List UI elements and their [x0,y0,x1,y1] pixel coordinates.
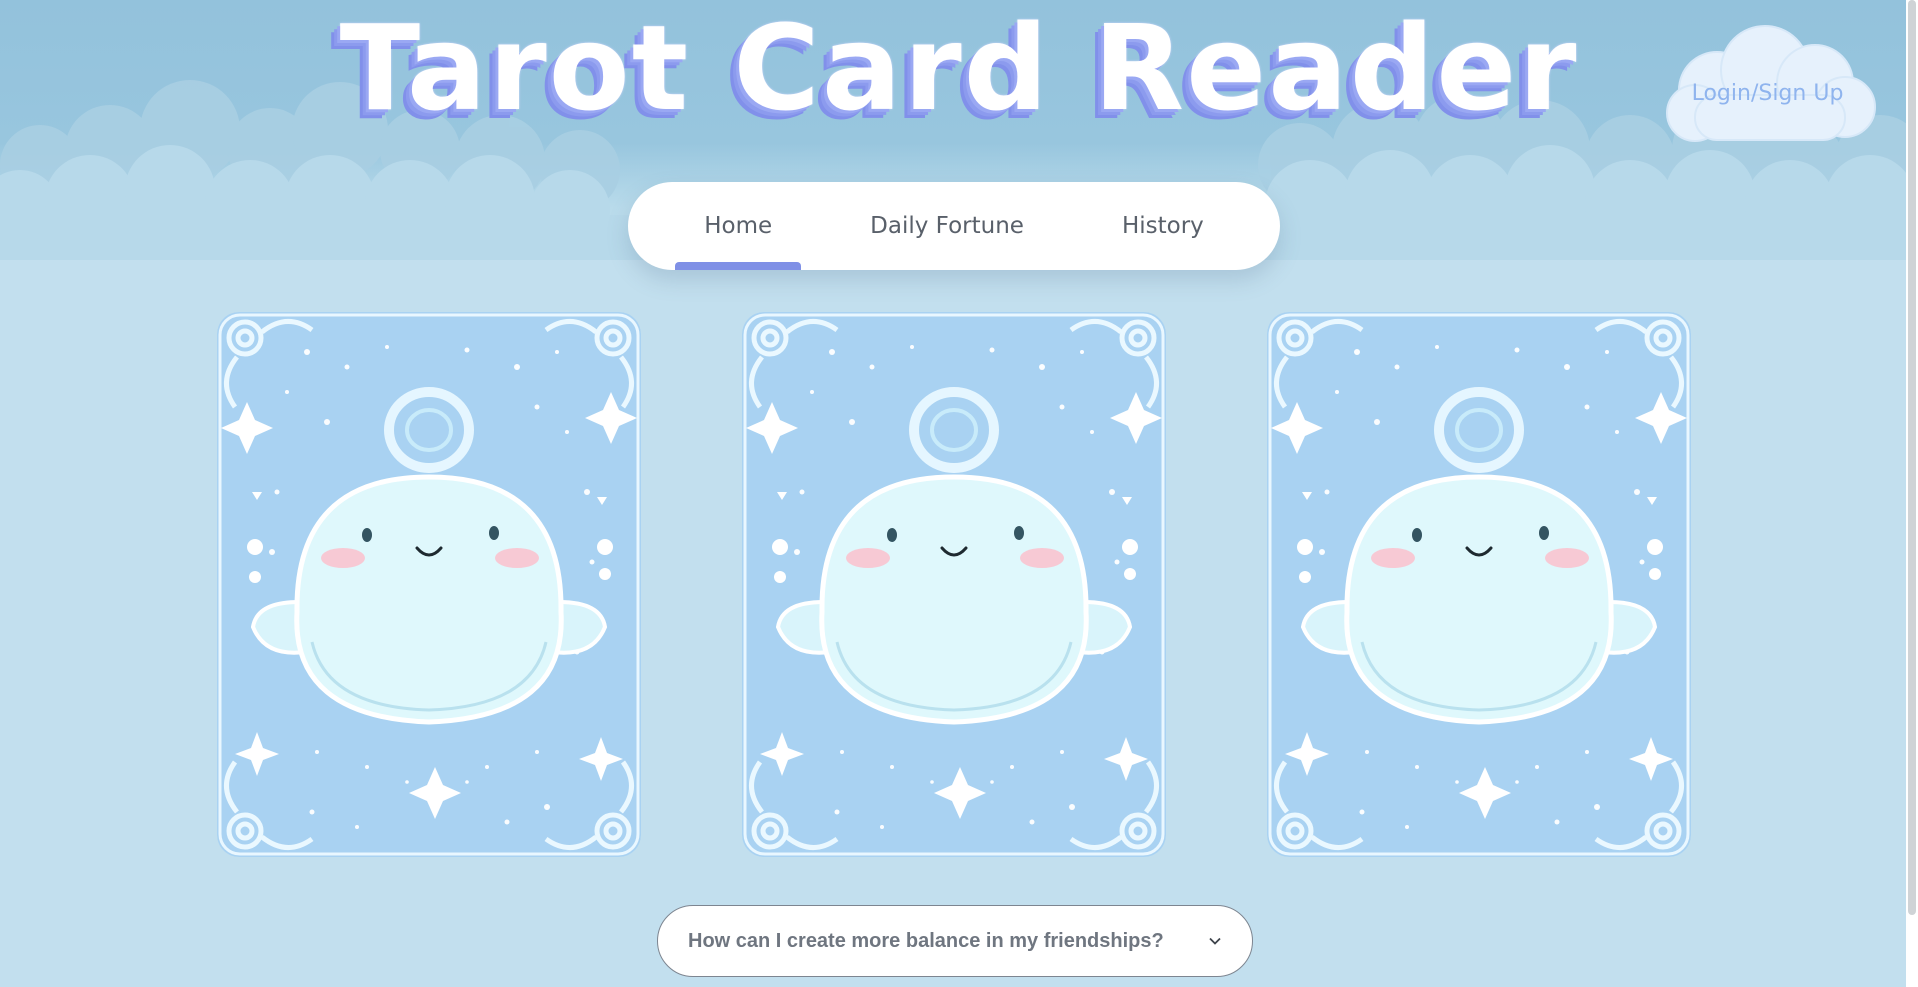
main-nav: Home Daily Fortune History [628,182,1280,270]
ghost-card-icon [742,312,1166,857]
question-select[interactable]: How can I create more balance in my frie… [657,905,1253,977]
login-signup-button[interactable]: Login/Sign Up [1655,25,1880,150]
chevron-down-icon [1209,937,1221,945]
ghost-card-icon [1267,312,1691,857]
question-select-value: How can I create more balance in my frie… [688,929,1164,952]
tarot-cards [0,312,1918,857]
page-title: Tarot Card Reader [339,0,1579,137]
login-signup-label: Login/Sign Up [1691,81,1844,106]
tarot-card-3[interactable] [1267,312,1691,857]
tarot-card-1[interactable] [217,312,641,857]
scrollbar[interactable] [1906,0,1918,987]
tab-daily-fortune[interactable]: Daily Fortune [831,182,1063,270]
tarot-card-2[interactable] [742,312,1166,857]
tab-history[interactable]: History [1083,182,1243,270]
tab-home[interactable]: Home [665,182,811,270]
scrollbar-thumb[interactable] [1908,0,1916,915]
ghost-card-icon [217,312,641,857]
